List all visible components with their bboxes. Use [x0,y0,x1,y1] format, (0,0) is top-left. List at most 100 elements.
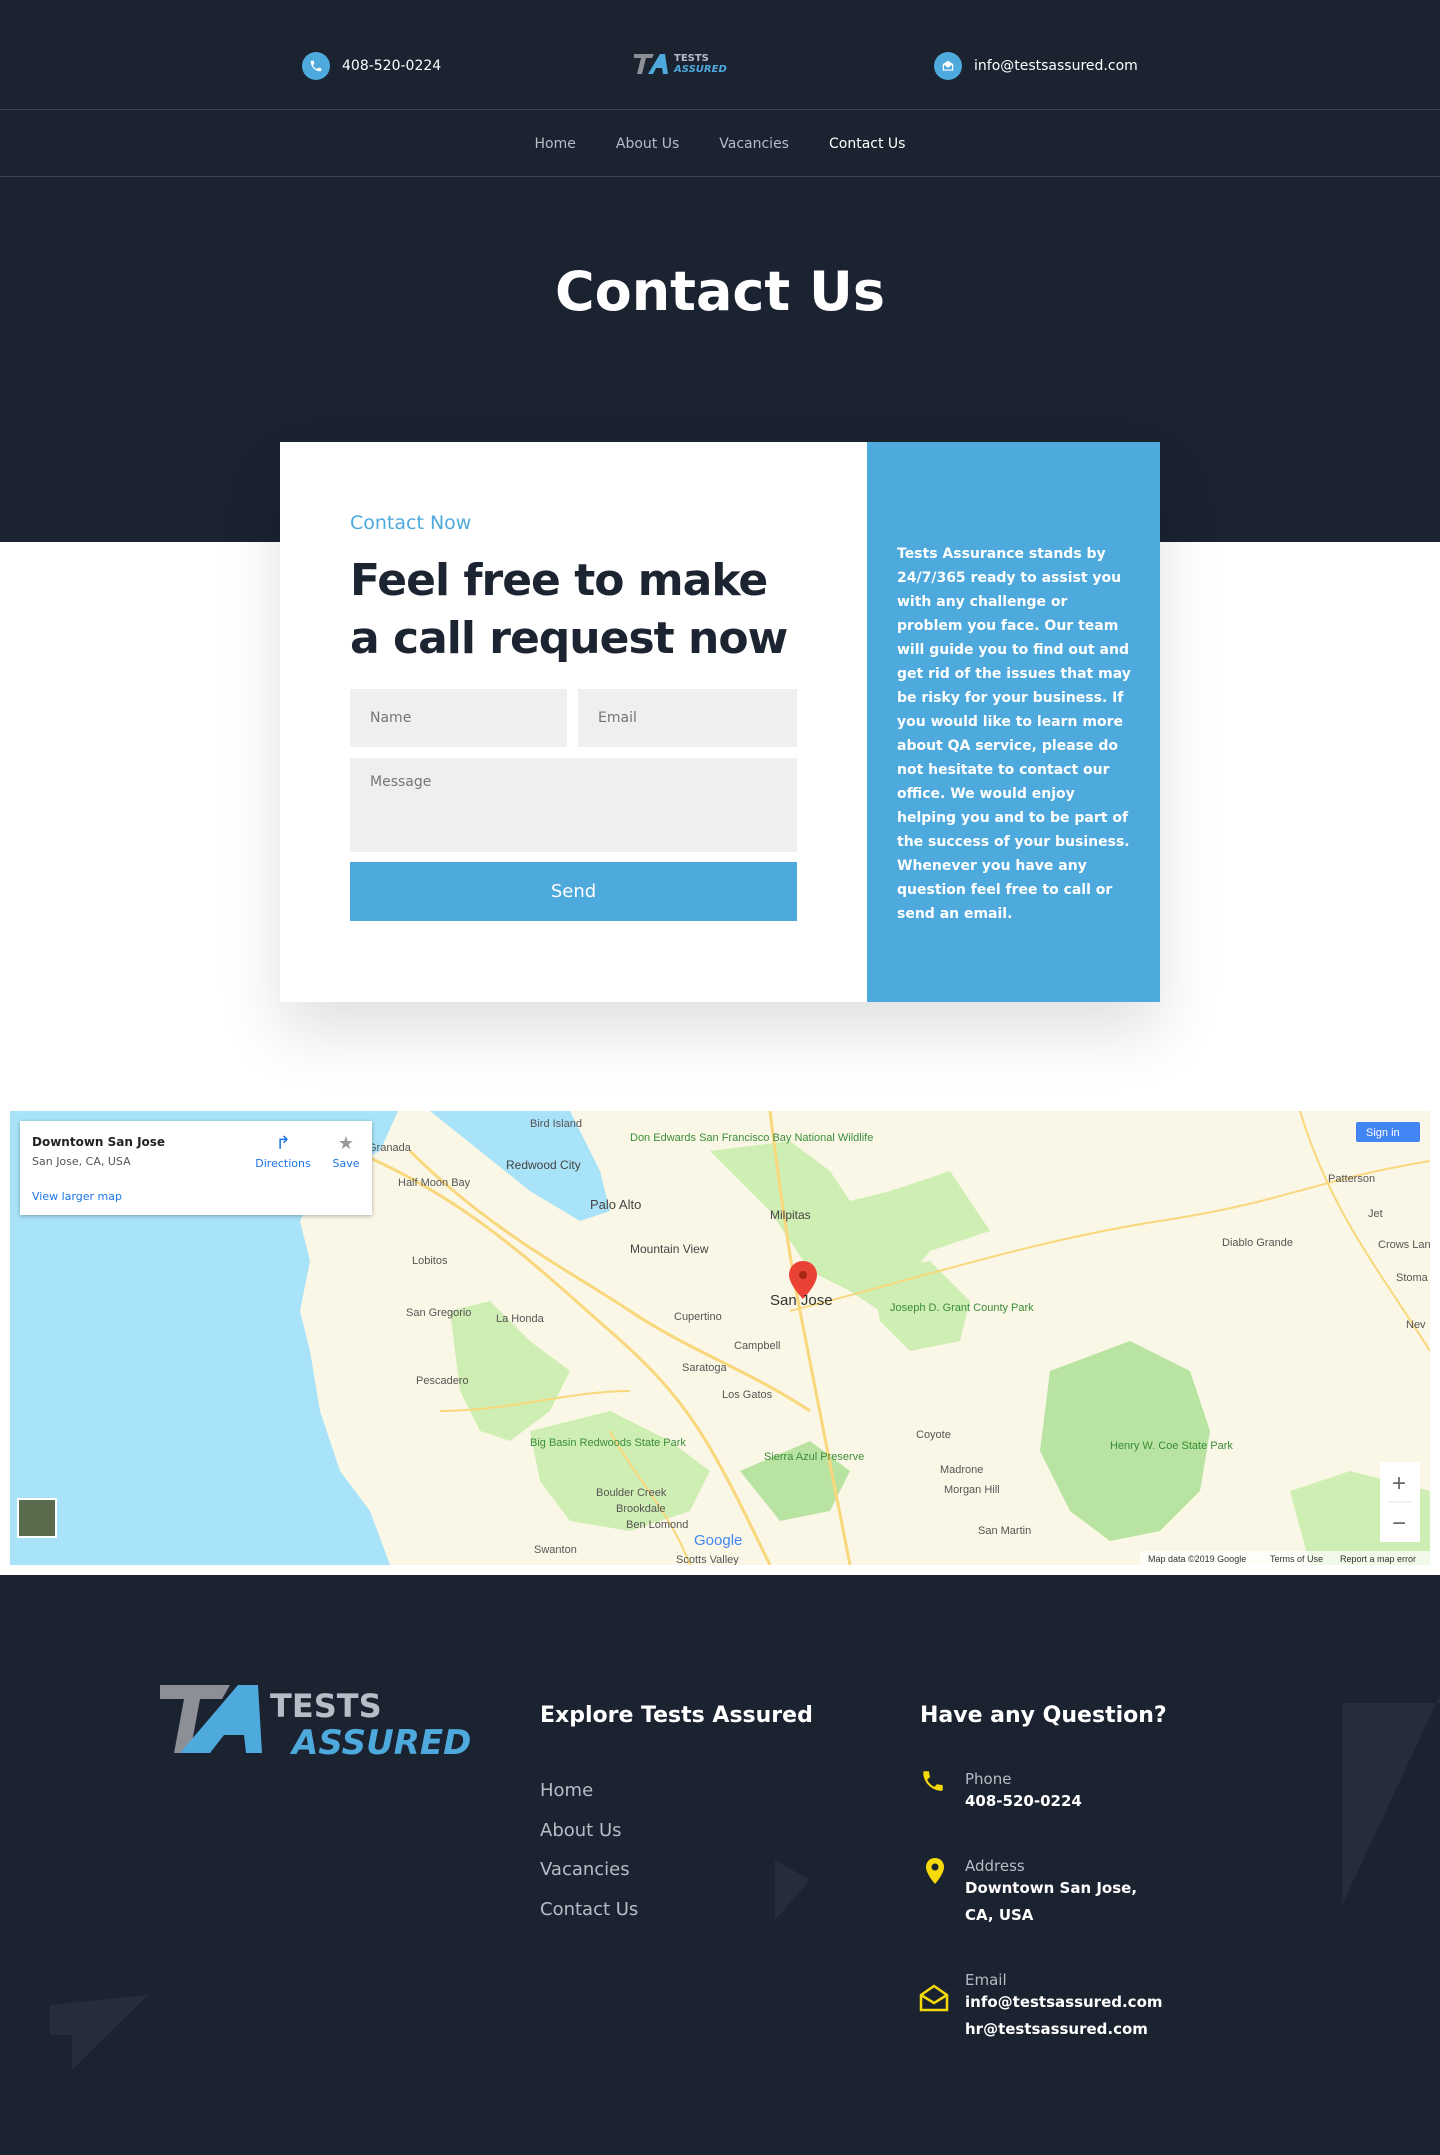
directions-label: Directions [255,1157,311,1170]
map-label-lahonda: La Honda [496,1313,545,1325]
map-label-madrone: Madrone [940,1464,983,1476]
nav-vacancies[interactable]: Vacancies [719,136,789,152]
header-email-text: info@testsassured.com [974,58,1138,74]
map-report-link[interactable]: Report a map error [1340,1554,1416,1564]
map-label-halfmoon: Half Moon Bay [398,1177,471,1189]
send-button[interactable]: Send [350,862,797,921]
nav-contact-us[interactable]: Contact Us [829,136,905,152]
logo-mark-icon [634,54,668,74]
sign-in-label[interactable]: Sign in [1366,1127,1400,1139]
map-label-birdisland: Bird Island [530,1118,582,1130]
zoom-in-button[interactable]: + [1392,1470,1406,1497]
map-label-morganhill: Morgan Hill [944,1484,1000,1496]
map-label-sanjose: San Jose [770,1292,833,1309]
map-label-losgatos: Los Gatos [722,1389,773,1401]
map-label-stoma: Stoma [1396,1272,1429,1284]
location-pin-icon [926,1858,944,1884]
zoom-out-button[interactable]: − [1392,1510,1406,1537]
star-icon: ★ [337,1133,355,1154]
footer-email-value-1[interactable]: info@testsassured.com [965,1989,1163,2016]
map-label-campbell: Campbell [734,1340,780,1352]
email-icon [934,52,962,80]
map-label-brookdale: Brookdale [616,1503,666,1515]
map-label-scotts: Scotts Valley [676,1554,739,1565]
map-label-henrycoe: Henry W. Coe State Park [1110,1440,1233,1452]
map-embed[interactable]: San Jose Palo Alto Milpitas Mountain Vie… [10,1111,1430,1565]
map-label-mountainview: Mountain View [630,1242,709,1256]
footer-link-contact-us[interactable]: Contact Us [540,1899,638,1920]
map-label-cupertino: Cupertino [674,1311,722,1323]
map-label-sangregorio: San Gregorio [406,1307,471,1319]
email-field[interactable] [578,689,797,747]
footer-phone-value[interactable]: 408-520-0224 [965,1788,1082,1815]
page-title: Contact Us [554,260,886,323]
map-label-saratoga: Saratoga [682,1362,728,1374]
footer-logo[interactable]: TESTS ASSURED [160,1685,472,1765]
contact-kicker: Contact Now [350,512,472,534]
footer-email-value-2[interactable]: hr@testsassured.com [965,2016,1148,2043]
header-phone-text: 408-520-0224 [342,58,442,74]
map-label-lobitos: Lobitos [412,1255,448,1267]
map-label-sanmartin: San Martin [978,1525,1031,1537]
save-label: Save [332,1157,360,1170]
map-label-bouldercreek: Boulder Creek [596,1487,667,1499]
logo-text-top: TESTS [674,53,709,64]
save-button[interactable]: ★ Save [326,1133,366,1171]
view-larger-map-link[interactable]: View larger map [32,1190,360,1203]
directions-button[interactable]: ↱ Directions [248,1133,318,1171]
map-attribution: Map data ©2019 Google [1148,1554,1246,1564]
map-label-josephgrant: Joseph D. Grant County Park [890,1302,1034,1314]
map-label-pescadero: Pescadero [416,1375,469,1387]
contact-heading: Feel free to make a call request now [350,555,788,664]
map-label-diablogrande: Diablo Grande [1222,1237,1293,1249]
phone-icon [923,1771,943,1791]
footer-address-label: Address [965,1857,1025,1875]
map-label-granada: Granada [368,1142,412,1154]
contact-form-panel: Contact Now Feel free to make a call req… [280,442,867,1002]
map-label-milpitas: Milpitas [770,1208,811,1222]
header-phone[interactable]: 408-520-0224 [302,52,441,80]
map-label-crows: Crows Landing [1378,1239,1430,1251]
map-label-coyote: Coyote [916,1429,951,1441]
footer-link-vacancies[interactable]: Vacancies [540,1859,630,1880]
header-email[interactable]: info@testsassured.com [934,52,1138,80]
header-logo[interactable]: TESTS ASSURED [634,52,727,76]
map-label-bigbasin: Big Basin Redwoods State Park [530,1437,686,1449]
map-terms-link[interactable]: Terms of Use [1270,1554,1323,1564]
explore-title: Explore Tests Assured [540,1703,813,1728]
google-wordmark: Google [694,1532,742,1549]
question-title: Have any Question? [920,1703,1167,1728]
logo-text-bottom: ASSURED [674,64,727,75]
footer-address-line2: CA, USA [965,1906,1034,1924]
main-nav: Home About Us Vacancies Contact Us [0,111,1440,177]
contact-card: Contact Now Feel free to make a call req… [280,442,1160,1002]
nav-about-us[interactable]: About Us [616,136,679,152]
open-envelope-icon [919,1984,949,2012]
directions-icon: ↱ [275,1133,291,1154]
map-info-card: Downtown San Jose San Jose, CA, USA View… [20,1121,372,1215]
map-label-benlomond: Ben Lomond [626,1519,688,1531]
contact-side-text: Tests Assurance stands by 24/7/365 ready… [897,546,1131,922]
footer-logo-bottom: ASSURED [292,1723,472,1763]
footer-logo-top: TESTS [270,1687,382,1725]
name-field[interactable] [350,689,567,747]
map-label-paloalto: Palo Alto [590,1197,641,1212]
footer-decoration [50,1695,1440,2070]
map-label-jet: Jet [1368,1208,1383,1220]
message-field[interactable] [350,758,797,852]
footer-phone-label: Phone [965,1770,1012,1788]
footer-logo-mark-icon [160,1685,262,1753]
map-label-doned: Don Edwards San Francisco Bay National W… [630,1132,873,1144]
footer-link-about-us[interactable]: About Us [540,1820,622,1841]
map-label-sierraazul: Sierra Azul Preserve [764,1451,864,1463]
footer-address-line1: Downtown San Jose, [965,1879,1138,1897]
satellite-toggle[interactable] [17,1498,57,1538]
contact-info-panel: Tests Assurance stands by 24/7/365 ready… [867,442,1160,1002]
footer-link-home[interactable]: Home [540,1780,593,1801]
footer-email-label: Email [965,1971,1007,1989]
top-bar: 408-520-0224 TESTS ASSURED info@testsass… [0,0,1440,110]
map-label-patterson: Patterson [1328,1173,1375,1185]
nav-home[interactable]: Home [535,136,576,152]
map-label-swanton: Swanton [534,1544,577,1556]
site-footer: TESTS ASSURED Explore Tests Assured Home… [0,1575,1440,2155]
